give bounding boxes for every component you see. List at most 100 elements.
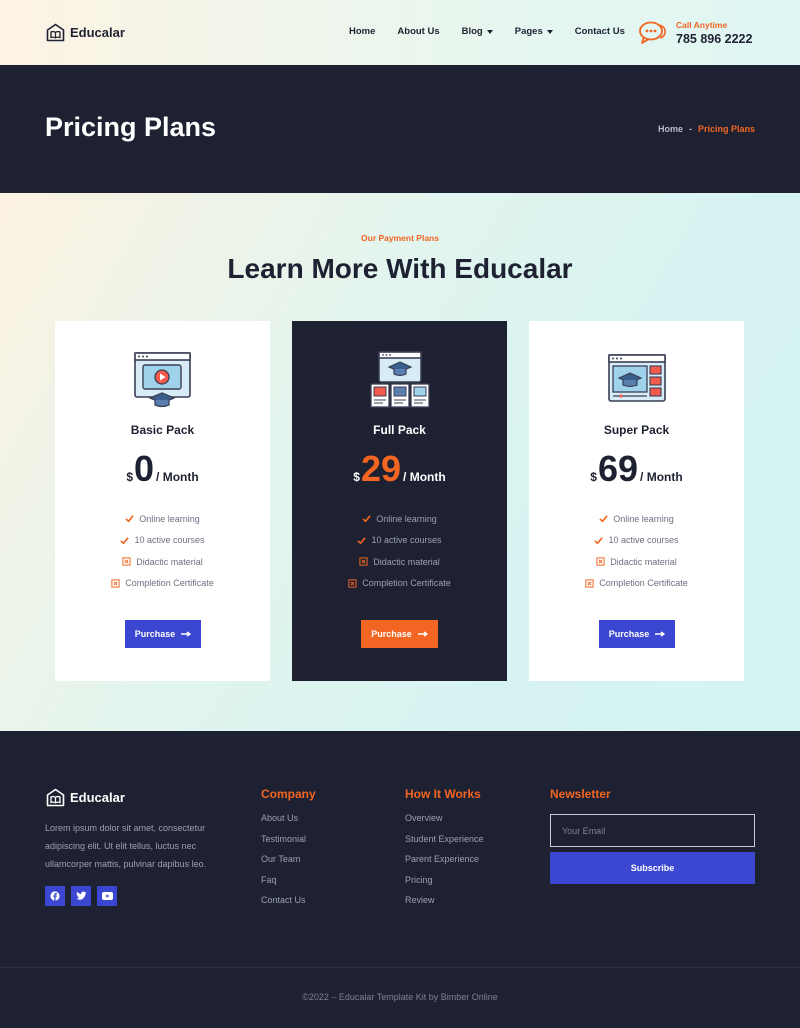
footer-link-our-team[interactable]: Our Team (261, 854, 316, 875)
purchase-button[interactable]: Purchase (125, 620, 201, 648)
page-banner: Pricing Plans Home - Pricing Plans (0, 65, 800, 193)
feature-item: 10 active courses (529, 530, 744, 552)
footer-link-parent-experience[interactable]: Parent Experience (405, 854, 484, 875)
newsletter-heading: Newsletter (550, 787, 611, 801)
twitter-icon (75, 891, 86, 900)
cross-box-icon (348, 579, 357, 588)
check-icon (120, 537, 130, 545)
pricing-section: Our Payment Plans Learn More With Educal… (0, 193, 800, 731)
check-icon (594, 537, 604, 545)
brand-name: Educalar (70, 25, 125, 40)
footer-newsletter-column: Newsletter (550, 787, 611, 813)
breadcrumb: Home - Pricing Plans (658, 124, 755, 134)
nav-about[interactable]: About Us (397, 26, 439, 37)
course-dashboard-icon (608, 354, 666, 402)
footer-link-review[interactable]: Review (405, 895, 484, 916)
nav-blog[interactable]: Blog (462, 26, 493, 37)
feature-text: 10 active courses (608, 535, 679, 546)
feature-text: 10 active courses (134, 535, 205, 546)
plan-price: $ 29 / Month (292, 449, 507, 489)
cross-box-icon (359, 557, 368, 566)
footer-about-text: Lorem ipsum dolor sit amet, consectetur … (45, 823, 207, 869)
plan-name: Super Pack (603, 423, 670, 437)
plan-price: $ 0 / Month (55, 449, 270, 489)
purchase-label: Purchase (371, 629, 412, 639)
newsletter-email-input[interactable] (550, 814, 755, 847)
book-house-icon (46, 788, 65, 807)
feature-text: Didactic material (373, 556, 440, 567)
feature-item: Didactic material (529, 551, 744, 573)
main-nav: Home About Us Blog Pages Contact Us (349, 26, 647, 37)
section-eyebrow: Our Payment Plans (361, 233, 439, 243)
feature-item: Completion Certificate (292, 573, 507, 595)
feature-list: Online learning 10 active courses Didact… (55, 508, 270, 594)
feature-text: Completion Certificate (125, 578, 214, 589)
feature-text: Online learning (613, 513, 674, 524)
nav-pages[interactable]: Pages (515, 26, 553, 37)
footer-link-contact-us[interactable]: Contact Us (261, 895, 316, 916)
how-heading: How It Works (405, 787, 481, 801)
feature-list: Online learning 10 active courses Didact… (529, 508, 744, 594)
call-number: 785 896 2222 (676, 32, 753, 46)
feature-text: Completion Certificate (362, 578, 451, 589)
youtube-link[interactable] (97, 886, 117, 906)
arrow-right-icon (655, 631, 666, 637)
feature-item: Online learning (292, 508, 507, 530)
footer-divider (0, 967, 800, 968)
check-icon (599, 515, 608, 523)
cross-box-icon (122, 557, 131, 566)
price-amount: 0 (134, 448, 155, 489)
nav-home-label: Home (349, 26, 376, 37)
plan-card-full: Full Pack $ 29 / Month Online learning 1… (292, 321, 507, 681)
nav-home[interactable]: Home (349, 26, 375, 37)
footer-brand-name: Educalar (70, 790, 125, 805)
arrow-right-icon (417, 631, 428, 637)
purchase-label: Purchase (608, 629, 650, 639)
purchase-button[interactable]: Purchase (361, 620, 438, 648)
call-anytime[interactable]: Call Anytime 785 896 2222 (638, 20, 752, 46)
footer-link-student-experience[interactable]: Student Experience (405, 834, 484, 855)
footer-brand-logo[interactable]: Educalar (45, 787, 125, 808)
footer-link-about-us[interactable]: About Us (261, 813, 316, 834)
price-period: / Month (640, 470, 683, 484)
feature-list: Online learning 10 active courses Didact… (292, 508, 507, 594)
check-icon (362, 515, 371, 523)
purchase-button[interactable]: Purchase (599, 620, 675, 648)
price-currency: $ (353, 470, 360, 484)
nav-contact[interactable]: Contact Us (575, 26, 625, 37)
purchase-label: Purchase (134, 629, 176, 639)
feature-text: Didactic material (136, 556, 203, 567)
feature-item: Completion Certificate (529, 573, 744, 595)
breadcrumb-home-link[interactable]: Home (658, 124, 683, 134)
footer-link-overview[interactable]: Overview (405, 813, 484, 834)
nav-contact-label: Contact Us (574, 26, 625, 37)
feature-item: 10 active courses (55, 530, 270, 552)
price-currency: $ (126, 470, 133, 484)
page-title: Pricing Plans (45, 112, 217, 142)
footer-link-pricing[interactable]: Pricing (405, 875, 484, 896)
facebook-link[interactable] (45, 886, 65, 906)
brand-logo[interactable]: Educalar (45, 22, 125, 43)
social-links (45, 886, 117, 906)
footer-link-faq[interactable]: Faq (261, 875, 316, 896)
twitter-link[interactable] (71, 886, 91, 906)
feature-text: Online learning (139, 513, 200, 524)
feature-item: Online learning (55, 508, 270, 530)
footer-link-testimonial[interactable]: Testimonial (261, 834, 316, 855)
section-title: Learn More With Educalar (227, 253, 573, 284)
price-period: / Month (156, 470, 199, 484)
call-label: Call Anytime (676, 20, 728, 30)
plan-card-basic: Basic Pack $ 0 / Month Online learning 1… (55, 321, 270, 681)
feature-item: Online learning (529, 508, 744, 530)
price-amount: 69 (597, 448, 639, 489)
feature-text: Didactic material (610, 556, 677, 567)
course-library-icon (370, 351, 430, 408)
price-amount: 29 (360, 448, 402, 489)
nav-about-label: About Us (397, 26, 440, 37)
copyright-text: ©2022 – Educalar Template Kit by Bimber … (302, 992, 498, 1002)
cross-box-icon (111, 579, 120, 588)
nav-blog-label: Blog (461, 26, 483, 37)
subscribe-button[interactable]: Subscribe (550, 852, 755, 884)
plan-name: Full Pack (373, 423, 426, 437)
footer-how-column: How It Works Overview Student Experience… (405, 787, 484, 916)
